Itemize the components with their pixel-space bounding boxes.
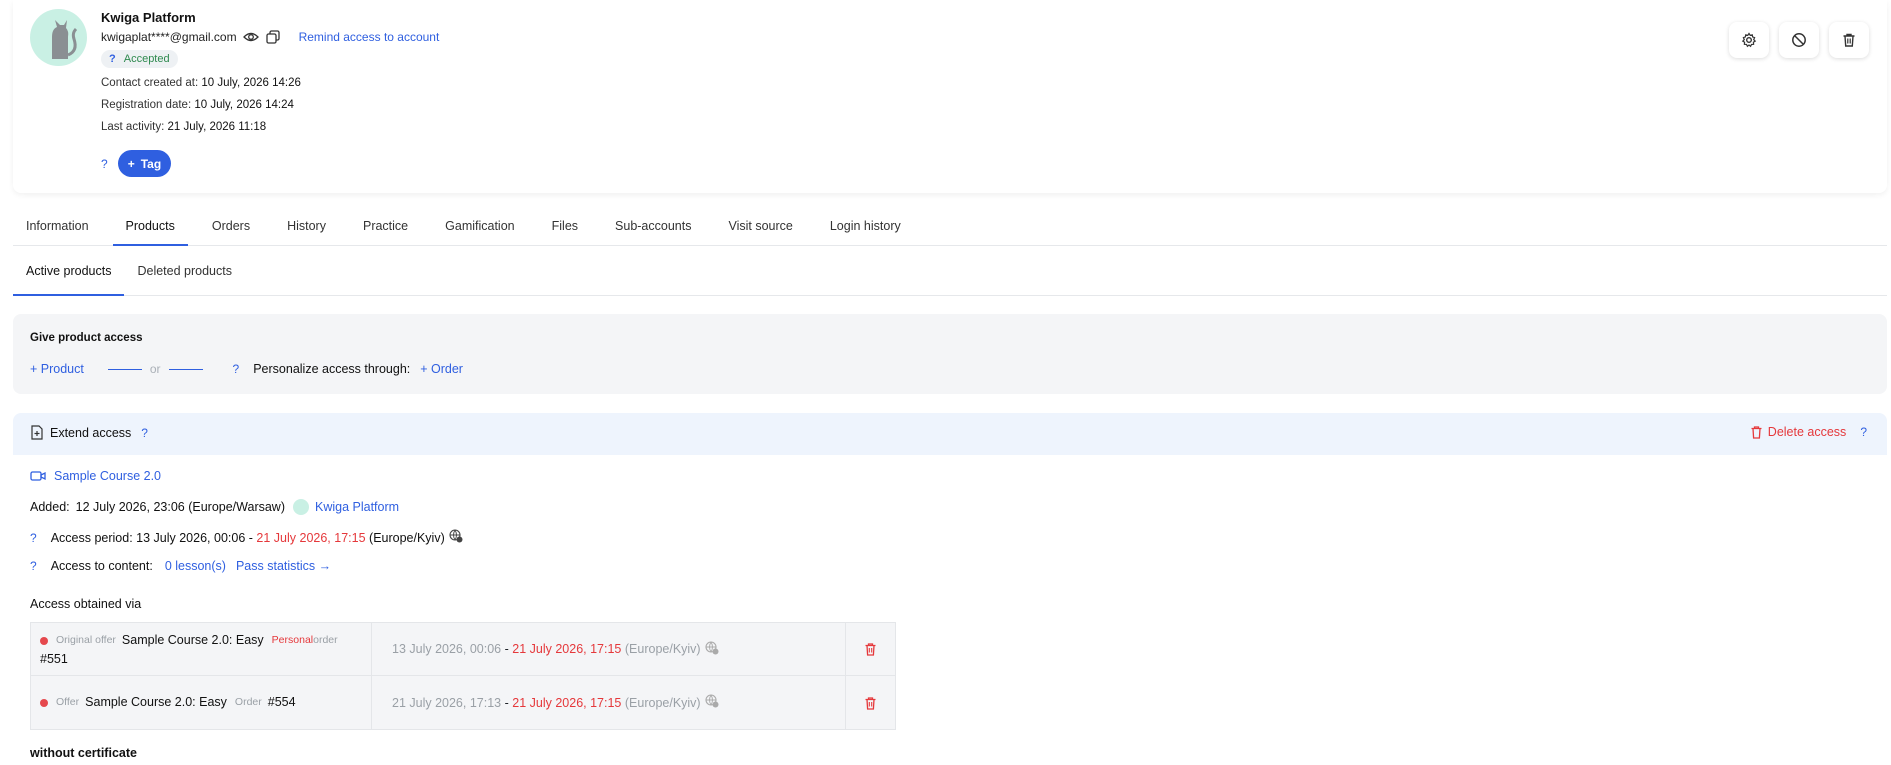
tab-visit-source[interactable]: Visit source — [715, 212, 805, 246]
give-access-panel: Give product access + Product or ? Perso… — [13, 314, 1887, 394]
extend-access-bar: Extend access ? Delete access ? — [13, 413, 1887, 455]
tab-files[interactable]: Files — [539, 212, 591, 246]
status-label: Accepted — [123, 53, 170, 65]
lessons-link[interactable]: 0 lesson(s) — [165, 559, 226, 573]
status-dot — [40, 636, 48, 645]
tab-information[interactable]: Information — [13, 212, 102, 246]
delete-contact-button[interactable] — [1829, 22, 1869, 58]
eye-icon[interactable] — [242, 29, 259, 45]
subtab-deleted-products[interactable]: Deleted products — [124, 258, 245, 296]
add-tag-button[interactable]: + Tag — [117, 150, 172, 177]
block-icon — [1792, 33, 1806, 47]
avatar — [30, 9, 87, 66]
video-icon — [30, 471, 46, 481]
extend-access-button[interactable]: Extend access ? — [30, 425, 148, 440]
file-plus-icon — [31, 425, 43, 440]
access-sources-table: Original offer Sample Course 2.0: Easy P… — [30, 622, 896, 730]
tab-gamification[interactable]: Gamification — [432, 212, 527, 246]
remind-access-link[interactable]: Remind access to account — [299, 30, 440, 44]
add-order-link[interactable]: + Order — [420, 362, 463, 376]
copy-icon[interactable] — [265, 29, 281, 45]
tab-history[interactable]: History — [274, 212, 339, 246]
course-title-link[interactable]: Sample Course 2.0 — [30, 469, 161, 483]
offer-name: Sample Course 2.0: Easy — [121, 633, 264, 647]
delete-access-button[interactable]: Delete access — [1750, 425, 1846, 439]
pass-statistics-link[interactable]: Pass statistics → — [236, 559, 331, 573]
contact-name: Kwiga Platform — [101, 10, 196, 25]
certificate-status: without certificate — [30, 746, 137, 760]
period-help-icon[interactable]: ? — [30, 531, 37, 545]
access-obtained-label: Access obtained via — [30, 597, 142, 611]
table-row: Original offer Sample Course 2.0: Easy P… — [31, 623, 895, 676]
contact-email: kwigaplat****@gmail.com — [101, 30, 237, 44]
added-row: Added: 12 July 2026, 23:06 (Europe/Warsa… — [30, 499, 400, 515]
contact-tabs: Information Products Orders History Prac… — [13, 212, 1887, 246]
delete-row-button[interactable] — [846, 676, 895, 729]
extend-help-icon[interactable]: ? — [141, 426, 148, 440]
globe-clock-icon — [449, 529, 463, 546]
settings-button[interactable] — [1729, 22, 1769, 58]
trash-icon — [1843, 33, 1855, 47]
personal-badge: Personal — [271, 634, 314, 646]
tab-sub-accounts[interactable]: Sub-accounts — [602, 212, 704, 246]
or-separator: or — [107, 362, 203, 376]
period-start: 13 July 2026, 00:06 — [136, 530, 246, 545]
tab-practice[interactable]: Practice — [350, 212, 421, 246]
added-date: 12 July 2026, 23:06 (Europe/Warsaw) — [75, 500, 285, 514]
contact-profile-card: Kwiga Platform kwigaplat****@gmail.com R… — [13, 0, 1887, 193]
registration-date-line: Registration date: 10 July, 2026 14:24 — [101, 99, 294, 111]
give-access-title: Give product access — [30, 332, 143, 344]
subtab-active-products[interactable]: Active products — [13, 258, 125, 296]
delete-access-help-icon[interactable]: ? — [1860, 425, 1867, 439]
tab-orders[interactable]: Orders — [199, 212, 263, 246]
access-period-row: ? Access period: 13 July 2026, 00:06 - 2… — [30, 529, 463, 546]
trash-icon — [1751, 426, 1762, 439]
globe-clock-icon — [705, 640, 719, 658]
status-badge: ? Accepted — [101, 50, 178, 68]
delete-row-button[interactable] — [846, 623, 895, 675]
trash-icon — [865, 643, 876, 656]
tag-help-icon[interactable]: ? — [101, 157, 108, 171]
order-number-link[interactable]: #554 — [268, 693, 296, 712]
order-number-link[interactable]: #551 — [40, 650, 68, 669]
tab-login-history[interactable]: Login history — [817, 212, 914, 246]
table-row: Offer Sample Course 2.0: Easy Order #554… — [31, 676, 895, 729]
period-timezone: (Europe/Kyiv) — [369, 530, 445, 545]
personalize-help-icon[interactable]: ? — [233, 362, 240, 376]
status-help-icon[interactable]: ? — [109, 53, 116, 65]
added-by-avatar — [293, 499, 309, 515]
access-content-row: ? Access to content: 0 lesson(s) Pass st… — [30, 559, 332, 573]
block-button[interactable] — [1779, 22, 1819, 58]
plus-icon: + — [127, 156, 135, 171]
add-product-link[interactable]: + Product — [30, 362, 84, 376]
contact-created-line: Contact created at: 10 July, 2026 14:26 — [101, 77, 301, 89]
added-by-link[interactable]: Kwiga Platform — [315, 500, 399, 514]
tab-products[interactable]: Products — [112, 212, 188, 246]
product-subtabs: Active products Deleted products — [13, 258, 1887, 296]
personalize-label: Personalize access through: — [253, 362, 411, 376]
content-help-icon[interactable]: ? — [30, 559, 37, 573]
offer-name: Sample Course 2.0: Easy — [85, 695, 227, 709]
period-end: 21 July 2026, 17:15 — [256, 530, 366, 545]
trash-icon — [865, 696, 876, 710]
last-activity-line: Last activity: 21 July, 2026 11:18 — [101, 121, 267, 133]
gear-icon — [1741, 32, 1757, 48]
status-dot — [40, 698, 48, 707]
globe-clock-icon — [705, 694, 719, 711]
